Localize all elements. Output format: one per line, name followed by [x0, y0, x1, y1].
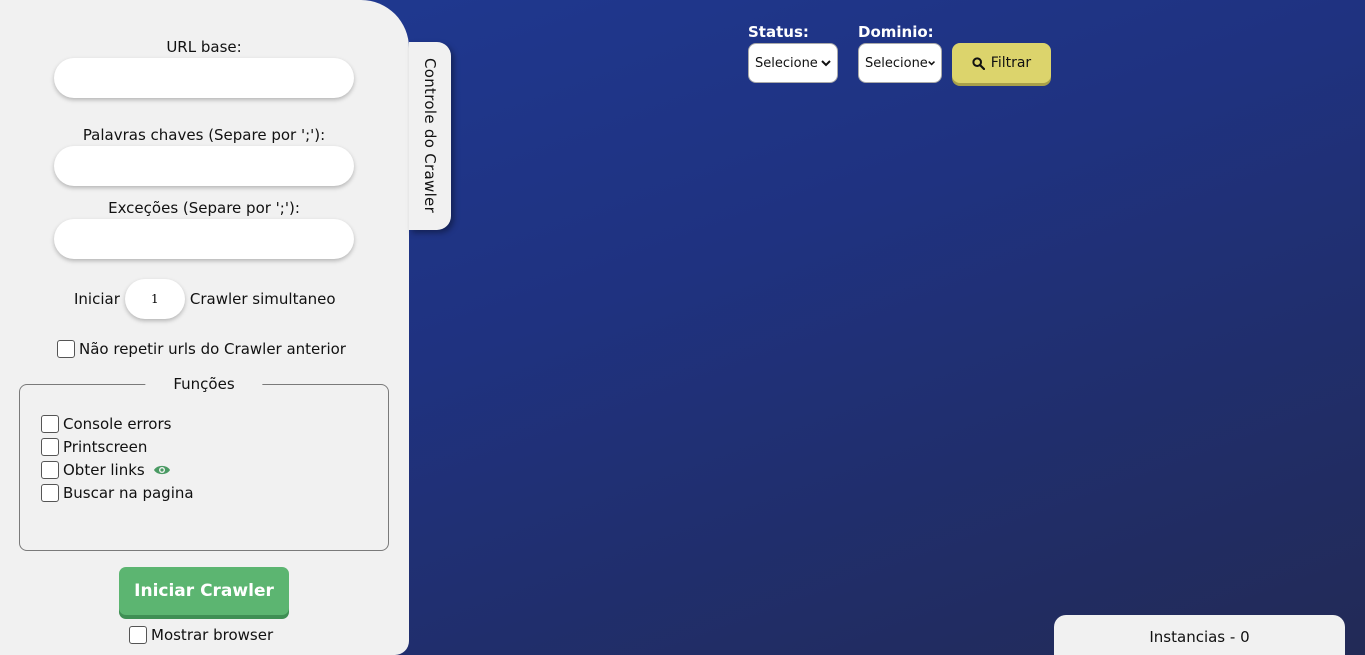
start-suffix-label: Crawler simultaneo	[189, 290, 336, 308]
functions-fieldset: Funções Console errors Printscreen Obter…	[19, 375, 389, 551]
functions-list: Console errors Printscreen Obter links B…	[41, 415, 194, 507]
show-browser-label: Mostrar browser	[151, 626, 274, 644]
url-base-label: URL base:	[166, 38, 242, 56]
exceptions-input[interactable]	[54, 219, 354, 259]
crawler-control-tab-label: Controle do Crawler	[421, 58, 439, 214]
instances-panel[interactable]: Instancias - 0	[1054, 615, 1345, 655]
simultaneous-count-input[interactable]	[124, 279, 185, 319]
no-repeat-checkbox[interactable]	[57, 340, 75, 358]
status-selected-value: Selecione	[755, 55, 818, 71]
buscar-na-pagina-checkbox[interactable]	[41, 484, 59, 502]
exceptions-label: Exceções (Separe por ';'):	[108, 199, 300, 217]
printscreen-checkbox[interactable]	[41, 438, 59, 456]
keywords-label: Palavras chaves (Separe por ';'):	[82, 126, 326, 144]
status-select[interactable]: Selecione	[748, 43, 838, 83]
domain-label: Dominio:	[858, 23, 934, 41]
crawler-control-tab[interactable]: Controle do Crawler	[409, 42, 451, 230]
chevron-down-icon	[821, 60, 831, 67]
show-browser-option[interactable]: Mostrar browser	[129, 626, 273, 644]
search-icon	[972, 56, 985, 70]
console-errors-checkbox[interactable]	[41, 415, 59, 433]
status-label: Status:	[748, 23, 809, 41]
function-obter-links[interactable]: Obter links	[41, 461, 194, 479]
simultaneous-crawler-row: Iniciar Crawler simultaneo	[74, 279, 336, 319]
domain-selected-value: Selecione	[865, 55, 928, 71]
no-repeat-label: Não repetir urls do Crawler anterior	[79, 340, 346, 358]
domain-filter: Dominio: Selecione	[858, 23, 942, 83]
function-label: Obter links	[63, 461, 145, 479]
function-buscar-na-pagina[interactable]: Buscar na pagina	[41, 484, 194, 502]
crawler-control-panel: URL base: Palavras chaves (Separe por ';…	[0, 0, 409, 655]
obter-links-checkbox[interactable]	[41, 461, 59, 479]
domain-select[interactable]: Selecione	[858, 43, 942, 83]
function-label: Console errors	[63, 415, 172, 433]
filter-button[interactable]: Filtrar	[952, 43, 1051, 83]
function-console-errors[interactable]: Console errors	[41, 415, 194, 433]
eye-icon[interactable]	[153, 464, 171, 476]
keywords-input[interactable]	[54, 146, 354, 186]
url-base-input[interactable]	[54, 58, 354, 98]
start-crawler-button[interactable]: Iniciar Crawler	[119, 567, 289, 615]
chevron-down-icon	[928, 61, 935, 66]
functions-legend: Funções	[145, 375, 263, 393]
show-browser-checkbox[interactable]	[129, 626, 147, 644]
function-label: Buscar na pagina	[63, 484, 194, 502]
function-label: Printscreen	[63, 438, 148, 456]
no-repeat-option[interactable]: Não repetir urls do Crawler anterior	[57, 340, 346, 358]
start-prefix-label: Iniciar	[74, 290, 120, 308]
instances-label: Instancias - 0	[1149, 628, 1250, 646]
filter-button-label: Filtrar	[990, 55, 1032, 71]
status-filter: Status: Selecione	[748, 23, 838, 83]
function-printscreen[interactable]: Printscreen	[41, 438, 194, 456]
